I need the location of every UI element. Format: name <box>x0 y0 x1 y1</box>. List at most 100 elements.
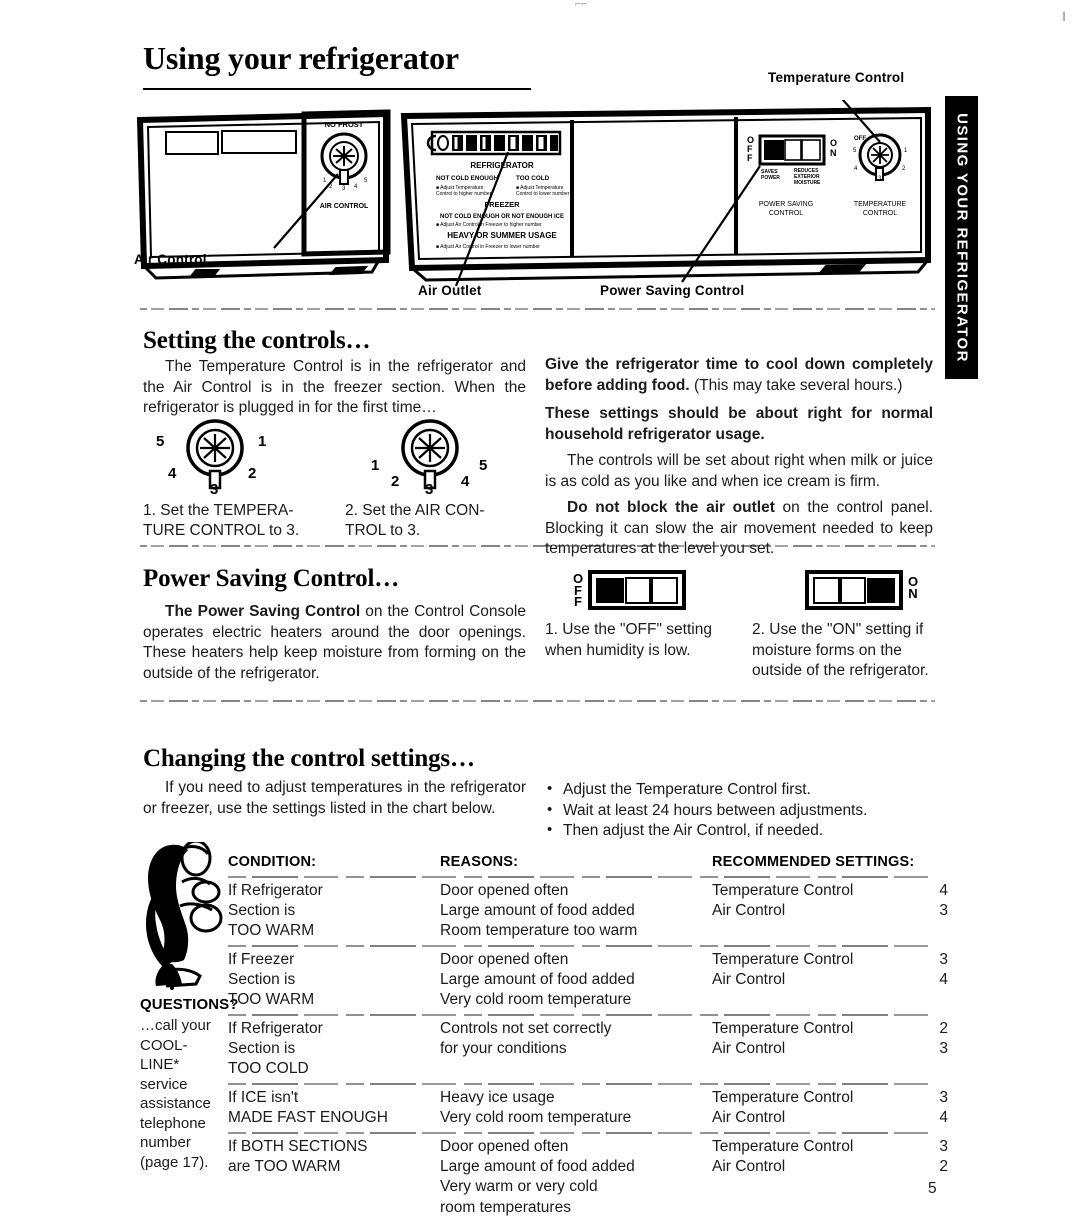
row1-settings: Temperature Control Air Control <box>712 881 892 921</box>
changing-settings-bullets: Adjust the Temperature Control first. Wa… <box>547 779 937 842</box>
page-number: 5 <box>928 1180 937 1197</box>
row1-setting-value-2: 3 <box>939 902 948 920</box>
dial2-num-bottom: 3 <box>425 481 434 498</box>
row5-condition-line1: If BOTH SECTIONS <box>228 1138 368 1155</box>
row3-setting-value-2: 3 <box>939 1040 948 1058</box>
row5-reason-4: room temperatures <box>440 1198 571 1216</box>
row2-reason-3: Very cold room temperature <box>440 991 632 1009</box>
svg-text:5: 5 <box>853 148 857 154</box>
row1-setting-value-1: 4 <box>939 882 948 899</box>
dial2-num-lower-left: 2 <box>391 473 400 490</box>
heading-power-saving-control: Power Saving Control… <box>143 565 399 592</box>
row1-condition-line2: Section is <box>228 902 296 920</box>
table-separator-0 <box>228 876 928 878</box>
row5-reason-3: Very warm or very cold <box>440 1178 598 1196</box>
row4-setting-value-1: 3 <box>939 1089 948 1106</box>
svg-text:NOT COLD ENOUGH OR NOT ENOUGH: NOT COLD ENOUGH OR NOT ENOUGH ICE <box>440 214 564 220</box>
row4-reasons: Heavy ice usage Very cold room temperatu… <box>440 1088 710 1128</box>
row5-setting-label-1: Temperature Control <box>712 1138 854 1155</box>
row2-condition-line2: Section is <box>228 971 296 989</box>
svg-text:POWER SAVING: POWER SAVING <box>759 201 813 208</box>
svg-text:NOT COLD ENOUGH: NOT COLD ENOUGH <box>436 175 499 182</box>
section-tab-label: USING YOUR REFRIGERATOR <box>953 112 970 363</box>
dial1-num-lower-left: 4 <box>168 465 177 482</box>
svg-text:■ Adjust Air Control in Freeze: ■ Adjust Air Control in Freezer to lower… <box>436 244 540 250</box>
table-row: If Refrigerator Section is TOO COLD Cont… <box>228 1019 948 1081</box>
row3-condition-line1: If Refrigerator <box>228 1020 323 1037</box>
power-saving-paragraph: The Power Saving Control on the Control … <box>143 602 526 684</box>
row5-values: 3 2 <box>928 1137 948 1177</box>
row4-condition-line1: If ICE isn't <box>228 1089 299 1106</box>
row3-reason-1: Controls not set correctly <box>440 1020 612 1037</box>
row2-setting-label-1: Temperature Control <box>712 951 854 968</box>
dial1-num-right: 1 <box>258 433 267 450</box>
dial1-num-left: 5 <box>156 433 165 450</box>
section-divider-2 <box>140 545 935 547</box>
svg-text:CONTROL: CONTROL <box>863 210 897 217</box>
on-switch-letters: O N <box>907 575 919 601</box>
row4-settings: Temperature Control Air Control <box>712 1088 892 1128</box>
row2-setting-value-2: 4 <box>939 971 948 989</box>
row2-reason-1: Door opened often <box>440 951 569 968</box>
off-switch-letters: O F F <box>572 572 584 607</box>
svg-text:POWER: POWER <box>761 175 780 181</box>
on-switch-caption-text: Use the "ON" setting if moisture forms o… <box>752 621 929 679</box>
changing-settings-intro: If you need to adjust temperatures in th… <box>143 778 526 822</box>
setting-controls-intro-text: The Temperature Control is in the refrig… <box>143 358 526 416</box>
dial1-caption-number: 1. <box>143 502 156 519</box>
row1-values: 4 3 <box>928 881 948 921</box>
on-switch-caption: 2. Use the "ON" setting if moisture form… <box>752 620 932 682</box>
row3-reasons: Controls not set correctly for your cond… <box>440 1019 710 1059</box>
svg-text:2: 2 <box>902 166 906 172</box>
section-divider-3 <box>140 700 935 702</box>
row2-condition-line3: TOO WARM <box>228 991 315 1009</box>
row5-settings: Temperature Control Air Control <box>712 1137 892 1177</box>
label-power-saving-control: Power Saving Control <box>600 283 745 298</box>
table-separator-2 <box>228 1014 928 1016</box>
on-letter-2: N <box>908 585 918 601</box>
setting-controls-intro: The Temperature Control is in the refrig… <box>143 357 526 422</box>
normal-usage-bold: These settings should be about right for… <box>545 405 933 443</box>
svg-text:N: N <box>830 148 837 158</box>
off-switch-step-number: 1. <box>545 621 558 638</box>
on-switch-icon <box>805 570 903 610</box>
svg-text:4: 4 <box>354 184 358 190</box>
telephone-icon <box>146 839 223 990</box>
bullet-item-3: Then adjust the Air Control, if needed. <box>547 820 937 842</box>
row3-setting-label-1: Temperature Control <box>712 1020 854 1037</box>
crop-mark-top-right: ‖ <box>1062 10 1066 25</box>
off-switch-icon <box>588 570 686 610</box>
control-panel-illustration: NO FROST 1 2 3 4 5 AIR CONTROL REFRIGERA… <box>136 91 931 287</box>
svg-text:MOISTURE: MOISTURE <box>794 180 821 186</box>
dial1-caption-text: Set the TEMPERA- TURE CONTROL to 3. <box>143 502 300 539</box>
row4-setting-label-2: Air Control <box>712 1109 786 1127</box>
svg-text:5: 5 <box>364 178 368 184</box>
power-saving-bold: The Power Saving Control <box>165 603 361 620</box>
row5-condition-line2: are TOO WARM <box>228 1158 341 1176</box>
svg-text:■ Adjust Air Control in Freeze: ■ Adjust Air Control in Freezer to highe… <box>436 222 542 228</box>
row1-condition: If Refrigerator Section is TOO WARM <box>228 881 428 942</box>
table-row: If Freezer Section is TOO WARM Door open… <box>228 950 948 1012</box>
row2-reasons: Door opened often Large amount of food a… <box>440 950 710 1011</box>
label-air-control: Air Control <box>134 252 207 267</box>
svg-text:1: 1 <box>323 178 327 184</box>
row2-condition: If Freezer Section is TOO WARM <box>228 950 428 1011</box>
table-separator-3 <box>228 1083 928 1085</box>
row3-condition: If Refrigerator Section is TOO COLD <box>228 1019 428 1080</box>
telephone-illustration <box>136 839 232 992</box>
table-header-row: CONDITION: REASONS: RECOMMENDED SETTINGS… <box>228 852 928 874</box>
row4-condition: If ICE isn't MADE FAST ENOUGH <box>228 1088 428 1128</box>
row5-reasons: Door opened often Large amount of food a… <box>440 1137 710 1218</box>
cool-down-paragraph: Give the refrigerator time to cool down … <box>545 355 933 396</box>
svg-text:CONTROL: CONTROL <box>769 210 803 217</box>
table-row: If BOTH SECTIONS are TOO WARM Door opene… <box>228 1137 948 1223</box>
control-panel-diagram: NO FROST 1 2 3 4 5 AIR CONTROL REFRIGERA… <box>134 70 936 300</box>
svg-text:Control to lower number: Control to lower number <box>516 191 570 197</box>
row4-setting-value-2: 4 <box>939 1109 948 1127</box>
row1-reason-2: Large amount of food added <box>440 902 635 920</box>
questions-title: QUESTIONS? <box>140 996 239 1013</box>
svg-text:O: O <box>830 138 837 148</box>
dial2-num-left: 1 <box>371 457 380 474</box>
panel-text-air-control: AIR CONTROL <box>320 203 369 210</box>
row2-reason-2: Large amount of food added <box>440 971 635 989</box>
